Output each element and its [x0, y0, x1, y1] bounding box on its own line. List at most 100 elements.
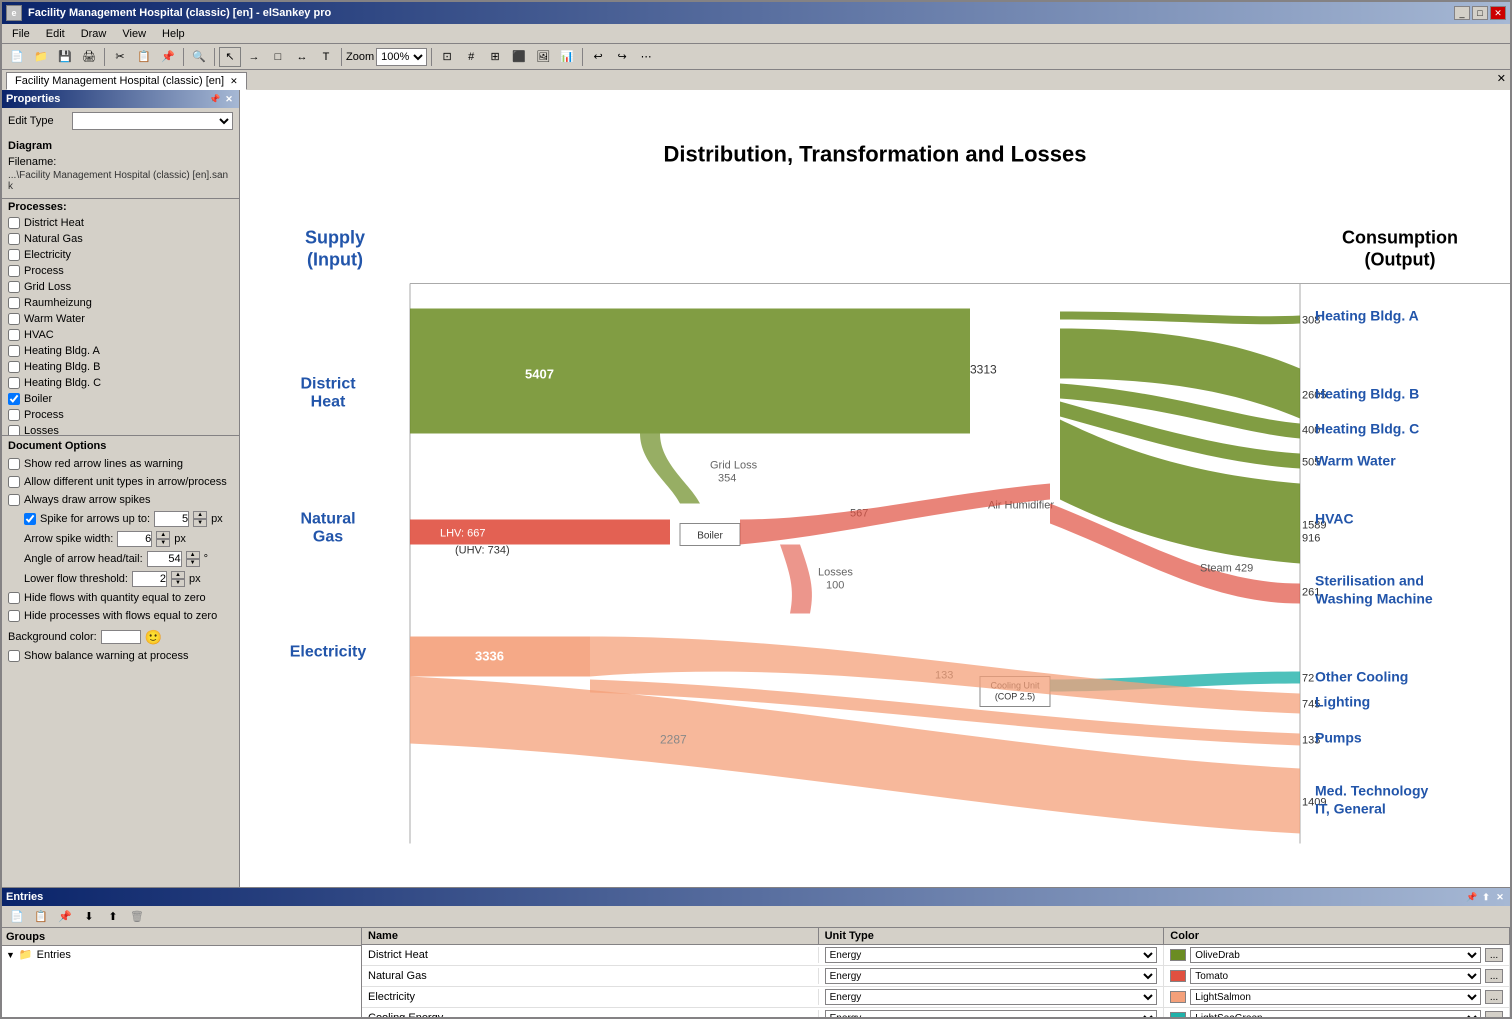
- unit-select-0[interactable]: Energy: [825, 947, 1158, 963]
- option-unit-types-checkbox[interactable]: [8, 476, 20, 488]
- zoom-select[interactable]: 100% 75% 150%: [376, 48, 427, 66]
- cut-button[interactable]: ✂: [109, 47, 131, 67]
- process-checkbox-2[interactable]: [8, 249, 20, 261]
- entries-close-button[interactable]: ✕: [1494, 891, 1506, 903]
- consumption-header-2: (Output): [1365, 250, 1436, 270]
- more-button-0[interactable]: ...: [1485, 948, 1503, 962]
- more-button-2[interactable]: ...: [1485, 990, 1503, 1004]
- process-checkbox-4[interactable]: [8, 281, 20, 293]
- maximize-button[interactable]: □: [1472, 6, 1488, 20]
- entries-copy-button[interactable]: 📋: [30, 907, 52, 927]
- export2-button[interactable]: 🖼: [532, 47, 554, 67]
- entries-add-button[interactable]: 📄: [6, 907, 28, 927]
- process-checkbox-12[interactable]: [8, 409, 20, 421]
- unit-select-1[interactable]: Energy: [825, 968, 1158, 984]
- print-button[interactable]: 🖨: [78, 47, 100, 67]
- more-button-3[interactable]: ...: [1485, 1011, 1503, 1017]
- process-checkbox-13[interactable]: [8, 425, 20, 435]
- entries-pin2-button[interactable]: ⬆: [1480, 891, 1492, 903]
- tab-close-icon[interactable]: ✕: [230, 76, 238, 87]
- process-checkbox-11[interactable]: [8, 393, 20, 405]
- process-checkbox-0[interactable]: [8, 217, 20, 229]
- copy-button[interactable]: 📋: [133, 47, 155, 67]
- option-warning-checkbox[interactable]: [8, 458, 20, 470]
- menu-edit[interactable]: Edit: [38, 26, 73, 42]
- process-checkbox-8[interactable]: [8, 345, 20, 357]
- flow-threshold-input[interactable]: [132, 571, 167, 587]
- more-button-1[interactable]: ...: [1485, 969, 1503, 983]
- arrow-angle-input[interactable]: [147, 551, 182, 567]
- spike-down-button[interactable]: ▼: [193, 519, 207, 527]
- option-spikes-checkbox[interactable]: [8, 494, 20, 506]
- color-select-3[interactable]: LightSeaGreen: [1190, 1010, 1481, 1017]
- spike-width-up-button[interactable]: ▲: [156, 531, 170, 539]
- spike-arrows-checkbox[interactable]: [24, 513, 36, 525]
- unit-select-3[interactable]: Energy: [825, 1010, 1158, 1017]
- process-checkbox-10[interactable]: [8, 377, 20, 389]
- process-name-1: Natural Gas: [24, 233, 83, 245]
- pointer-button[interactable]: ↖: [219, 47, 241, 67]
- paste-button[interactable]: 📌: [157, 47, 179, 67]
- export3-button[interactable]: 📊: [556, 47, 578, 67]
- entries-import-button[interactable]: ⬇: [78, 907, 100, 927]
- search-button[interactable]: 🔍: [188, 47, 210, 67]
- spike-width-down-button[interactable]: ▼: [156, 539, 170, 547]
- process-checkbox-3[interactable]: [8, 265, 20, 277]
- open-button[interactable]: 📁: [30, 47, 52, 67]
- color-select-0[interactable]: OliveDrab: [1190, 947, 1481, 963]
- arrow-angle-up-button[interactable]: ▲: [186, 551, 200, 559]
- fit-button[interactable]: ⊡: [436, 47, 458, 67]
- panel-pin-button[interactable]: 📌: [209, 93, 221, 105]
- entries-group-item[interactable]: ▼ 📁 Entries: [2, 946, 361, 963]
- color-select-1[interactable]: Tomato: [1190, 968, 1481, 984]
- td-name-3: Cooling Energy: [362, 1010, 819, 1017]
- menu-file[interactable]: File: [4, 26, 38, 42]
- flow-threshold-up-button[interactable]: ▲: [171, 571, 185, 579]
- redo-button[interactable]: ↪: [611, 47, 633, 67]
- arrow-angle-down-button[interactable]: ▼: [186, 559, 200, 567]
- undo-button[interactable]: ↩: [587, 47, 609, 67]
- unit-select-2[interactable]: Energy: [825, 989, 1158, 1005]
- process-checkbox-6[interactable]: [8, 313, 20, 325]
- title-bar-controls: _ □ ✕: [1454, 6, 1506, 20]
- process-checkbox-1[interactable]: [8, 233, 20, 245]
- flow-threshold-down-button[interactable]: ▼: [171, 579, 185, 587]
- spike-width-input[interactable]: [117, 531, 152, 547]
- balance-warning-checkbox[interactable]: [8, 650, 20, 662]
- entries-export-button[interactable]: ⬆: [102, 907, 124, 927]
- entries-pin-button[interactable]: 📌: [1466, 891, 1478, 903]
- canvas-area[interactable]: Distribution, Transformation and Losses …: [240, 90, 1510, 887]
- process-checkbox-7[interactable]: [8, 329, 20, 341]
- entries-delete-button[interactable]: 🗑: [126, 907, 148, 927]
- menu-help[interactable]: Help: [154, 26, 193, 42]
- save-button[interactable]: 💾: [54, 47, 76, 67]
- spike-arrows-input[interactable]: [154, 511, 189, 527]
- hide-processes-checkbox[interactable]: [8, 610, 20, 622]
- entries-paste-button[interactable]: 📌: [54, 907, 76, 927]
- grid-button[interactable]: #: [460, 47, 482, 67]
- panel-close-button[interactable]: ✕: [223, 93, 235, 105]
- main-tab[interactable]: Facility Management Hospital (classic) […: [6, 72, 247, 90]
- spike-up-button[interactable]: ▲: [193, 511, 207, 519]
- arrow-button[interactable]: →: [243, 47, 265, 67]
- snap-button[interactable]: ⊞: [484, 47, 506, 67]
- color-select-2[interactable]: LightSalmon: [1190, 989, 1481, 1005]
- new-button[interactable]: 📄: [6, 47, 28, 67]
- process-button[interactable]: □: [267, 47, 289, 67]
- menu-draw[interactable]: Draw: [73, 26, 115, 42]
- connector-button[interactable]: ↔: [291, 47, 313, 67]
- export-button[interactable]: ⬛: [508, 47, 530, 67]
- process-checkbox-9[interactable]: [8, 361, 20, 373]
- text-button[interactable]: T: [315, 47, 337, 67]
- minimize-button[interactable]: _: [1454, 6, 1470, 20]
- out-med-tech-1: Med. Technology: [1315, 783, 1429, 799]
- edit-type-select[interactable]: [72, 112, 233, 130]
- more-button[interactable]: ⋯: [635, 47, 657, 67]
- bg-color-swatch[interactable]: [101, 630, 141, 644]
- menu-view[interactable]: View: [114, 26, 154, 42]
- tab-close-right[interactable]: ✕: [1497, 72, 1506, 85]
- close-button[interactable]: ✕: [1490, 6, 1506, 20]
- hide-flows-checkbox[interactable]: [8, 592, 20, 604]
- process-checkbox-5[interactable]: [8, 297, 20, 309]
- process-name-8: Heating Bldg. A: [24, 345, 100, 357]
